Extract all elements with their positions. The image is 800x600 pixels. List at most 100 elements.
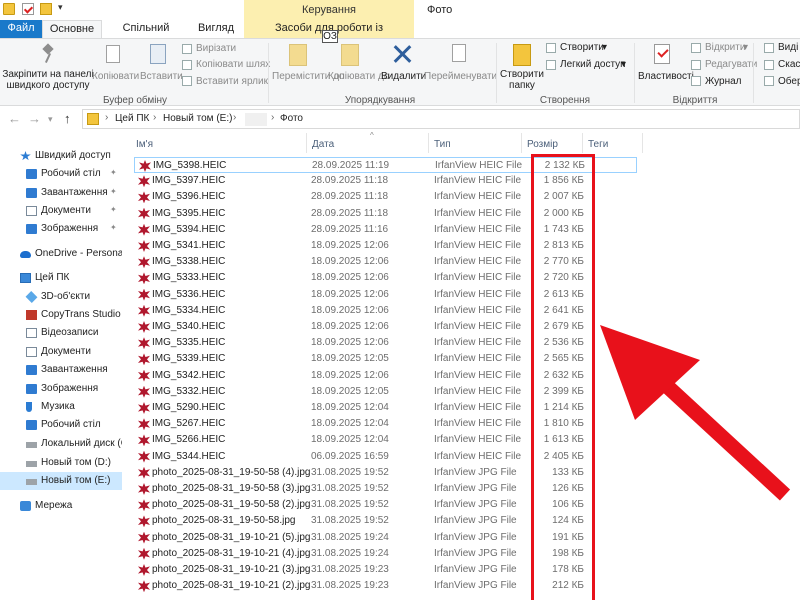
file-row[interactable]: IMG_5342.HEIC 18.09.2025 12:06 IrfanView H… [134, 368, 637, 384]
file-row[interactable]: photo_2025-08-31_19-10-21 (2).jpg 31.08.2… [134, 578, 637, 594]
sidebar-item[interactable]: 3D-об'єкти [0, 288, 122, 306]
invert-selection-button[interactable]: Обер [778, 76, 800, 87]
column-divider[interactable] [306, 133, 307, 153]
breadcrumb-redacted[interactable] [245, 113, 267, 126]
back-arrow-icon[interactable]: ← [8, 111, 21, 126]
rename-button[interactable]: Перейменувати [424, 71, 497, 82]
tab-home[interactable]: Основне [42, 20, 102, 38]
file-row[interactable]: IMG_5394.HEIC 28.09.2025 11:16 IrfanView H… [134, 222, 637, 238]
sidebar-item[interactable]: Швидкий доступ [0, 147, 122, 165]
copy-button[interactable]: Копіювати [92, 71, 139, 82]
pin-to-quick-access-button[interactable]: Закріпити на панелі швидкого доступу [2, 69, 94, 91]
file-row[interactable]: IMG_5290.HEIC 18.09.2025 12:04 IrfanView H… [134, 400, 637, 416]
file-row[interactable]: IMG_5396.HEIC 28.09.2025 11:18 IrfanView H… [134, 189, 637, 205]
pin-icon[interactable]: ✦ [110, 187, 117, 196]
paste-shortcut-button[interactable]: Вставити ярлик [196, 76, 268, 87]
sidebar-item[interactable]: Локальний диск (C [0, 435, 128, 453]
file-row[interactable]: photo_2025-08-31_19-10-21 (3).jpg 31.08.2… [134, 562, 637, 578]
file-row[interactable]: IMG_5344.HEIC 06.09.2025 16:59 IrfanView H… [134, 449, 637, 465]
column-header-type[interactable]: Тип [434, 139, 451, 150]
tab-share[interactable]: Спільний доступ [104, 20, 188, 51]
properties-icon[interactable] [22, 3, 34, 15]
recent-locations-icon[interactable]: ▾ [48, 114, 53, 125]
file-row[interactable]: photo_2025-08-31_19-10-21 (5).jpg 31.08.2… [134, 530, 637, 546]
file-row[interactable]: IMG_5332.HEIC 18.09.2025 12:05 IrfanView H… [134, 384, 637, 400]
pin-icon[interactable]: ✦ [110, 168, 117, 177]
sidebar-item[interactable]: Робочий стіл [0, 416, 122, 434]
chevron-down-icon[interactable]: ▾ [602, 42, 607, 53]
breadcrumb-this-pc[interactable]: Цей ПК [115, 113, 149, 124]
sidebar-item[interactable]: Робочий стіл ✦ [0, 165, 122, 183]
pin-icon[interactable]: ✦ [110, 223, 117, 232]
edit-button[interactable]: Редагувати [705, 59, 757, 70]
breadcrumb-drive[interactable]: Новый том (E:) [163, 113, 232, 124]
select-all-button[interactable]: Виді [778, 42, 798, 53]
chevron-right-icon[interactable]: › [271, 112, 274, 123]
file-row[interactable]: IMG_5266.HEIC 18.09.2025 12:04 IrfanView H… [134, 432, 637, 448]
file-row[interactable]: IMG_5338.HEIC 18.09.2025 12:06 IrfanView H… [134, 254, 637, 270]
cut-button[interactable]: Вирізати [196, 43, 236, 54]
sidebar-item[interactable]: Документи [0, 343, 122, 361]
sidebar-item[interactable]: Мережа [0, 497, 122, 515]
file-row[interactable]: IMG_5333.HEIC 18.09.2025 12:06 IrfanView H… [134, 270, 637, 286]
column-divider[interactable] [428, 133, 429, 153]
file-row[interactable]: IMG_5398.HEIC 28.09.2025 11:19 IrfanView H… [134, 157, 637, 173]
history-button[interactable]: Журнал [705, 76, 742, 87]
select-none-button[interactable]: Скасу [778, 59, 800, 70]
file-row[interactable]: IMG_5395.HEIC 28.09.2025 11:18 IrfanView H… [134, 206, 637, 222]
delete-button[interactable]: Видалити [381, 71, 426, 82]
chevron-down-icon[interactable]: ▾ [621, 59, 626, 70]
sidebar-item[interactable]: Документи ✦ [0, 202, 122, 220]
column-divider[interactable] [582, 133, 583, 153]
sidebar-item[interactable]: Цей ПК [0, 269, 122, 287]
file-row[interactable]: photo_2025-08-31_19-50-58 (3).jpg 31.08.2… [134, 481, 637, 497]
tab-view[interactable]: Вигляд [190, 20, 242, 38]
sidebar-item[interactable]: Зображення [0, 380, 122, 398]
properties-button[interactable]: Властивості [638, 71, 694, 82]
pin-icon[interactable]: ✦ [110, 205, 117, 214]
sidebar-item[interactable]: Завантаження [0, 361, 122, 379]
up-arrow-icon[interactable]: ↑ [64, 111, 71, 126]
folder-icon[interactable] [3, 3, 15, 15]
chevron-right-icon[interactable]: › [153, 112, 156, 123]
column-header-date[interactable]: Дата [312, 139, 334, 150]
new-item-button[interactable]: Створити [560, 42, 604, 53]
sidebar-item[interactable]: Завантаження ✦ [0, 184, 122, 202]
chevron-right-icon[interactable]: › [105, 112, 108, 123]
file-row[interactable]: IMG_5340.HEIC 18.09.2025 12:06 IrfanView H… [134, 319, 637, 335]
new-folder-button[interactable]: Створити папку [498, 69, 546, 91]
easy-access-button[interactable]: Легкий доступ [560, 59, 626, 70]
open-button[interactable]: Відкрити [705, 42, 745, 53]
paste-button[interactable]: Вставити [140, 71, 183, 82]
file-row[interactable]: IMG_5335.HEIC 18.09.2025 12:06 IrfanView H… [134, 335, 637, 351]
file-row[interactable]: photo_2025-08-31_19-50-58 (2).jpg 31.08.2… [134, 497, 637, 513]
chevron-right-icon[interactable]: › [233, 112, 236, 123]
copy-path-button[interactable]: Копіювати шлях [196, 59, 270, 70]
file-row[interactable]: IMG_5339.HEIC 18.09.2025 12:05 IrfanView H… [134, 351, 637, 367]
customize-qat-icon[interactable]: ▾ [58, 2, 63, 13]
sidebar-item[interactable]: OneDrive - Personal [0, 245, 126, 263]
forward-arrow-icon[interactable]: → [28, 111, 41, 126]
new-folder-icon[interactable] [40, 3, 52, 15]
sidebar-item[interactable]: Відеозаписи [0, 324, 122, 342]
column-header-name[interactable]: Ім'я [136, 139, 153, 150]
file-row[interactable]: IMG_5334.HEIC 18.09.2025 12:06 IrfanView H… [134, 303, 637, 319]
chevron-down-icon[interactable]: ▾ [743, 42, 748, 53]
sidebar-item[interactable]: Новый том (D:) [0, 454, 122, 472]
file-row[interactable]: photo_2025-08-31_19-10-21 (4).jpg 31.08.2… [134, 546, 637, 562]
file-row[interactable]: IMG_5267.HEIC 18.09.2025 12:04 IrfanView H… [134, 416, 637, 432]
sidebar-item[interactable]: Новый том (E:) [0, 472, 122, 490]
file-row[interactable]: IMG_5336.HEIC 18.09.2025 12:06 IrfanView H… [134, 287, 637, 303]
file-row[interactable]: photo_2025-08-31_19-50-58.jpg 31.08.2025 … [134, 513, 637, 529]
column-header-size[interactable]: Розмір [527, 139, 558, 150]
file-row[interactable]: photo_2025-08-31_19-50-58 (4).jpg 31.08.2… [134, 465, 637, 481]
sidebar-item[interactable]: Зображення ✦ [0, 220, 122, 238]
sidebar-item[interactable]: CopyTrans Studio [0, 306, 122, 324]
file-row[interactable]: IMG_5341.HEIC 18.09.2025 12:06 IrfanView H… [134, 238, 637, 254]
tab-file[interactable]: Файл [0, 20, 42, 38]
column-divider[interactable] [521, 133, 522, 153]
file-row[interactable]: IMG_5397.HEIC 28.09.2025 11:18 IrfanView H… [134, 173, 637, 189]
column-header-tags[interactable]: Теги [588, 139, 608, 150]
sidebar-item[interactable]: Музика [0, 398, 122, 416]
breadcrumb-photo[interactable]: Фото [280, 113, 303, 124]
